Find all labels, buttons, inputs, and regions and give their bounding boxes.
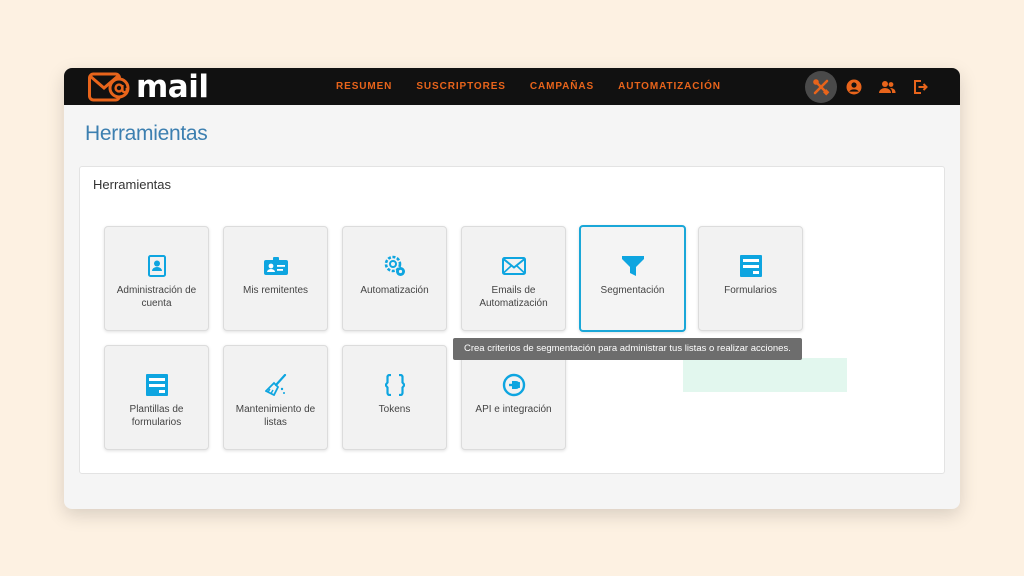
top-icon-group [804,68,936,105]
tile-plantillas-de-formularios[interactable]: Plantillas de formularios [104,345,209,450]
tools-button[interactable] [805,70,837,103]
tile-label: API e integración [475,404,552,415]
segmentacion-tooltip: Crea criterios de segmentación para admi… [453,338,802,360]
brand-wordmark: mail [136,69,209,105]
sender-id-icon [263,257,288,275]
form-template-icon [145,374,168,396]
tile-label: Formularios [724,285,777,296]
envelope-icon [501,257,526,275]
tile-label: Automatización [360,285,429,296]
users-button[interactable] [871,71,903,103]
highlight-overlay [683,358,847,392]
users-icon [879,80,896,93]
envelope-at-logo-icon [88,72,130,102]
tile-label: Plantillas de formularios [129,404,184,428]
tile-label: Tokens [378,404,411,415]
automation-gears-icon [384,255,405,276]
brand-logo[interactable]: mail [88,69,209,105]
funnel-icon [621,256,644,276]
account-admin-icon [147,255,166,277]
tile-label: Administración de cuenta [116,285,197,309]
app-window: mail RESUMEN SUSCRIPTORES CAMPAÑAS AUTOM… [64,68,960,509]
logout-icon [914,79,928,94]
nav-campanas[interactable]: CAMPAÑAS [530,81,594,92]
top-navbar: mail RESUMEN SUSCRIPTORES CAMPAÑAS AUTOM… [64,68,960,105]
tile-label: Mis remitentes [242,285,308,296]
main-nav: RESUMEN SUSCRIPTORES CAMPAÑAS AUTOMATIZA… [336,68,745,105]
logout-button[interactable] [904,71,936,103]
form-icon [739,255,762,277]
tile-tokens[interactable]: Tokens [342,345,447,450]
tile-label: Emails de Automatización [479,285,548,309]
tile-segmentacion[interactable]: Segmentación [579,225,686,332]
broom-icon [264,374,286,396]
tile-administracion-de-cuenta[interactable]: Administración de cuenta [104,226,209,331]
tile-mis-remitentes[interactable]: Mis remitentes [223,226,328,331]
tile-formularios[interactable]: Formularios [698,226,803,331]
nav-automatizacion[interactable]: AUTOMATIZACIÓN [618,81,721,92]
user-circle-icon [846,79,862,94]
profile-button[interactable] [838,71,870,103]
card-title: Herramientas [93,177,172,192]
tile-api-e-integracion[interactable]: API e integración [461,345,566,450]
tile-automatizacion[interactable]: Automatización [342,226,447,331]
curly-braces-icon [384,374,405,396]
plug-icon [502,373,525,397]
tile-emails-de-automatizacion[interactable]: Emails de Automatización [461,226,566,331]
tile-label: Mantenimiento de listas [235,404,316,428]
tools-icon [813,78,830,95]
page-title: Herramientas [85,122,208,145]
tile-label: Segmentación [600,285,665,296]
tile-mantenimiento-de-listas[interactable]: Mantenimiento de listas [223,345,328,450]
nav-suscriptores[interactable]: SUSCRIPTORES [416,81,506,92]
nav-resumen[interactable]: RESUMEN [336,81,392,92]
